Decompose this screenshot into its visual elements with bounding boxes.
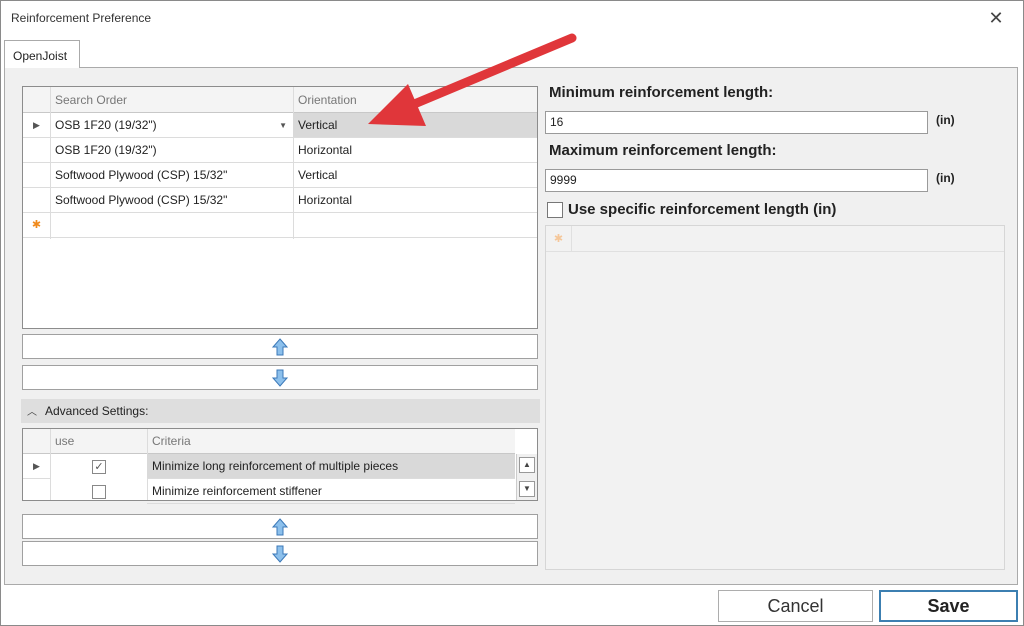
search-order-cell[interactable]: OSB 1F20 (19/32") ▼ bbox=[50, 113, 293, 138]
new-row-orientation-cell[interactable] bbox=[293, 213, 537, 238]
min-length-unit: (in) bbox=[936, 113, 955, 127]
criteria-move-up-button[interactable] bbox=[22, 514, 538, 539]
orientation-cell[interactable]: Vertical bbox=[293, 163, 537, 188]
criteria-move-down-button[interactable] bbox=[22, 541, 538, 566]
min-length-input[interactable]: 16 bbox=[545, 111, 928, 134]
orientation-cell[interactable]: Horizontal bbox=[293, 138, 537, 163]
search-order-cell[interactable]: OSB 1F20 (19/32") bbox=[50, 138, 293, 163]
column-header-search-order[interactable]: Search Order bbox=[50, 87, 293, 113]
current-row-indicator: ▶ bbox=[23, 113, 50, 138]
row-header-corner bbox=[23, 87, 50, 113]
max-length-unit: (in) bbox=[936, 171, 955, 185]
save-button[interactable]: Save bbox=[879, 590, 1018, 622]
annotation-arrow-icon bbox=[368, 33, 577, 126]
new-row-icon: ✱ bbox=[546, 226, 572, 252]
arrow-up-icon bbox=[272, 337, 288, 355]
search-order-cell[interactable]: Softwood Plywood (CSP) 15/32" bbox=[50, 163, 293, 188]
column-header-use[interactable]: use bbox=[50, 429, 147, 454]
move-down-button[interactable] bbox=[22, 365, 538, 390]
close-icon[interactable]: ✕ bbox=[984, 6, 1008, 30]
orientation-cell[interactable]: Horizontal bbox=[293, 188, 537, 213]
tab-openjoist[interactable]: OpenJoist bbox=[4, 40, 80, 68]
move-up-button[interactable] bbox=[22, 334, 538, 359]
criteria-cell[interactable]: Minimize reinforcement stiffener bbox=[147, 479, 515, 504]
use-checkbox[interactable]: ✓ bbox=[92, 460, 106, 474]
use-specific-length-label[interactable]: Use specific reinforcement length (in) bbox=[568, 201, 836, 218]
scrollbar[interactable]: ▲ ▼ bbox=[516, 454, 537, 500]
use-specific-length-checkbox[interactable] bbox=[547, 202, 563, 218]
scroll-down-icon[interactable]: ▼ bbox=[519, 481, 535, 497]
window-title: Reinforcement Preference bbox=[11, 11, 152, 25]
max-length-label: Maximum reinforcement length: bbox=[549, 142, 777, 159]
search-order-cell[interactable]: Softwood Plywood (CSP) 15/32" bbox=[50, 188, 293, 213]
current-row-indicator: ▶ bbox=[23, 454, 50, 479]
specific-length-grid: ✱ bbox=[545, 225, 1005, 570]
advanced-settings-header[interactable]: Advanced Settings: bbox=[21, 399, 540, 423]
new-row-length-cell[interactable] bbox=[572, 226, 1004, 252]
dropdown-chevron-icon[interactable]: ▼ bbox=[279, 113, 287, 138]
chevron-up-icon[interactable]: ︿ bbox=[27, 403, 37, 418]
max-length-input[interactable]: 9999 bbox=[545, 169, 928, 192]
column-header-criteria[interactable]: Criteria bbox=[147, 429, 515, 454]
arrow-down-icon bbox=[272, 545, 288, 563]
new-row-search-order-cell[interactable] bbox=[50, 213, 293, 238]
criteria-cell[interactable]: Minimize long reinforcement of multiple … bbox=[147, 454, 515, 479]
cancel-button[interactable]: Cancel bbox=[718, 590, 873, 622]
criteria-grid: use Criteria ▶ ✓ Minimize long reinforce… bbox=[22, 428, 538, 504]
use-checkbox[interactable] bbox=[92, 485, 106, 499]
arrow-down-icon bbox=[272, 369, 288, 387]
arrow-up-icon bbox=[272, 517, 288, 535]
scroll-up-icon[interactable]: ▲ bbox=[519, 457, 535, 473]
new-row-icon: ✱ bbox=[23, 213, 50, 238]
